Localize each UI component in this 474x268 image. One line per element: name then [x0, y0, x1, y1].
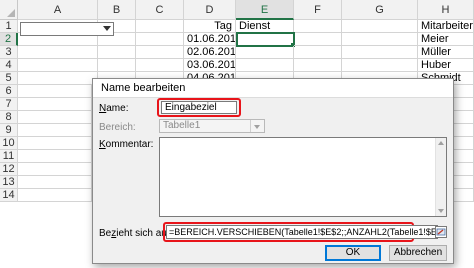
scope-label: Bereich: [99, 122, 136, 133]
cell-a13[interactable] [18, 176, 92, 189]
dialog-titlebar[interactable]: Name bearbeiten [93, 79, 453, 98]
row-header-9[interactable]: 9 [0, 124, 18, 137]
column-header-f[interactable]: F [294, 0, 342, 20]
column-header-d[interactable]: D [184, 0, 236, 20]
cell-h4[interactable]: Huber [418, 59, 474, 72]
chevron-down-icon[interactable] [103, 26, 111, 31]
cell-a11[interactable] [18, 150, 92, 163]
cell-g2[interactable] [342, 33, 418, 46]
cell-a6[interactable] [18, 85, 92, 98]
cell-c1[interactable] [136, 20, 184, 33]
scroll-down-icon[interactable] [438, 209, 444, 213]
cell-d2[interactable]: 01.06.2016 [184, 33, 236, 46]
comment-label: Kommentar: [99, 139, 154, 150]
column-header-h[interactable]: H [418, 0, 474, 20]
name-input[interactable]: Eingabeziel [161, 101, 237, 114]
cell-d4[interactable]: 03.06.2016 [184, 59, 236, 72]
cell-f2[interactable] [294, 33, 342, 46]
cell-e4[interactable] [236, 59, 294, 72]
column-header-c[interactable]: C [136, 0, 184, 20]
comment-textarea[interactable] [159, 137, 447, 217]
row-header-2[interactable]: 2 [0, 33, 18, 46]
row-header-3[interactable]: 3 [0, 46, 18, 59]
cell-h10[interactable] [454, 137, 474, 150]
cell-a5[interactable] [18, 72, 98, 85]
row-header-11[interactable]: 11 [0, 150, 18, 163]
cell-h11[interactable] [454, 150, 474, 163]
cell-h2[interactable]: Meier [418, 33, 474, 46]
row-header-4[interactable]: 4 [0, 59, 18, 72]
row-header-14[interactable]: 14 [0, 189, 18, 202]
cell-h6[interactable] [454, 85, 474, 98]
cell-f1[interactable] [294, 20, 342, 33]
cell-h8[interactable] [454, 111, 474, 124]
edit-name-dialog: Name bearbeiten Name: Eingabeziel Bereic… [92, 78, 454, 264]
scroll-up-icon[interactable] [438, 141, 444, 145]
cell-b4[interactable] [98, 59, 136, 72]
column-header-b[interactable]: B [98, 0, 136, 20]
cell-a10[interactable] [18, 137, 92, 150]
cell-e2-selected[interactable] [236, 32, 295, 47]
row-header-12[interactable]: 12 [0, 163, 18, 176]
cell-a3[interactable] [18, 46, 98, 59]
cell-d1[interactable]: Tag [184, 20, 236, 33]
name-label: Name: [99, 103, 129, 114]
cell-b3[interactable] [98, 46, 136, 59]
cell-f4[interactable] [294, 59, 342, 72]
scope-value: Tabelle1 [163, 120, 201, 131]
row-header-7[interactable]: 7 [0, 98, 18, 111]
cell-c3[interactable] [136, 46, 184, 59]
comment-label-rest: ommentar: [105, 139, 154, 150]
cell-h14[interactable] [454, 189, 474, 202]
row-header-13[interactable]: 13 [0, 176, 18, 189]
cell-a9[interactable] [18, 124, 92, 137]
cell-h3[interactable]: Müller [418, 46, 474, 59]
refers-to-input[interactable]: =BEREICH.VERSCHIEBEN(Tabelle1!$E$2;;ANZA… [166, 225, 438, 239]
column-header-a[interactable]: A [18, 0, 98, 20]
cell-c2[interactable] [136, 33, 184, 46]
cell-h1[interactable]: Mitarbeiter [418, 20, 474, 33]
cell-g4[interactable] [342, 59, 418, 72]
cell-c4[interactable] [136, 59, 184, 72]
cell-h12[interactable] [454, 163, 474, 176]
row-header-10[interactable]: 10 [0, 137, 18, 150]
cell-f3[interactable] [294, 46, 342, 59]
cell-g1[interactable] [342, 20, 418, 33]
range-select-icon[interactable] [435, 226, 447, 238]
row-header-5[interactable]: 5 [0, 72, 18, 85]
comment-scrollbar[interactable] [435, 138, 446, 216]
row-header-6[interactable]: 6 [0, 85, 18, 98]
dialog-title: Name bearbeiten [101, 82, 186, 94]
row-header-1[interactable]: 1 [0, 20, 18, 33]
cell-a14[interactable] [18, 189, 92, 202]
cell-a7[interactable] [18, 98, 92, 111]
cell-a4[interactable] [18, 59, 98, 72]
cell-h9[interactable] [454, 124, 474, 137]
scope-select: Tabelle1 [159, 119, 265, 133]
cell-g3[interactable] [342, 46, 418, 59]
cell-h7[interactable] [454, 98, 474, 111]
cell-e3[interactable] [236, 46, 294, 59]
cell-a8[interactable] [18, 111, 92, 124]
refers-to-label: Bezieht sich auf: [99, 228, 173, 239]
column-header-e[interactable]: E [236, 0, 294, 20]
cell-h13[interactable] [454, 176, 474, 189]
cell-a12[interactable] [18, 163, 92, 176]
chevron-down-icon [250, 120, 264, 132]
refers-label-pre: Be [99, 228, 112, 239]
cell-d3[interactable]: 02.06.2016 [184, 46, 236, 59]
select-all-corner[interactable] [0, 0, 18, 20]
cancel-button[interactable]: Abbrechen [389, 245, 447, 261]
column-header-g[interactable]: G [342, 0, 418, 20]
row-header-8[interactable]: 8 [0, 111, 18, 124]
ok-button[interactable]: OK [325, 245, 381, 261]
name-label-rest: ame: [106, 103, 129, 114]
combo-box-control[interactable] [20, 22, 114, 36]
